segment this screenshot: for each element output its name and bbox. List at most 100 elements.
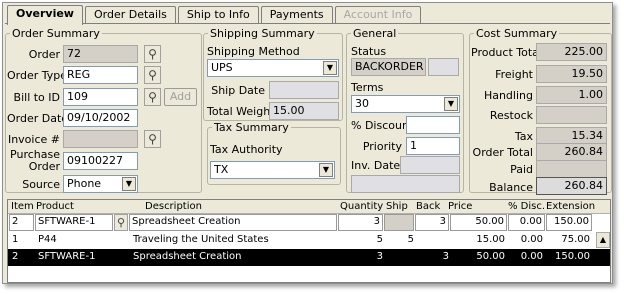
shipping-method-select[interactable]: UPS ▼: [207, 59, 339, 77]
status-extra-field: [428, 58, 459, 76]
order-summary-legend: Order Summary: [12, 27, 100, 40]
cost-summary-legend: Cost Summary: [476, 27, 558, 40]
freight-field[interactable]: 19.50: [536, 65, 607, 83]
cell-quantity[interactable]: 3: [338, 214, 383, 231]
order-total-field: 260.84: [536, 143, 607, 161]
table-row-edit[interactable]: 2 SFTWARE-1 ⚲ Spreadsheet Creation 3 3 5…: [8, 214, 610, 231]
order-type-lookup-button[interactable]: ⚲: [144, 66, 161, 84]
inv-extra-field: [351, 175, 460, 193]
paid-label: Paid: [510, 163, 533, 176]
restock-label: Restock: [489, 109, 533, 122]
search-icon: ⚲: [148, 90, 157, 104]
order-type-label: Order Type: [7, 69, 68, 82]
tab-bar: Overview Order Details Ship to Info Paym…: [7, 5, 423, 25]
cell-disc[interactable]: 0.00: [508, 214, 545, 231]
chevron-up-icon: ▲: [599, 235, 607, 244]
source-select[interactable]: Phone ▼: [63, 175, 138, 193]
col-quantity-header[interactable]: Quantity: [340, 201, 383, 212]
tax-summary-legend: Tax Summary: [214, 121, 289, 134]
cell-disc: 0.00: [520, 234, 543, 245]
search-icon: ⚲: [116, 216, 126, 229]
cell-ship: 5: [407, 234, 414, 245]
invoice-lookup-button[interactable]: ⚲: [144, 130, 161, 148]
product-lookup-button[interactable]: ⚲: [114, 214, 128, 231]
terms-value: 30: [355, 97, 369, 110]
cell-extension: 150.00: [546, 214, 592, 231]
col-back-header[interactable]: Back: [416, 201, 440, 212]
cell-product: P44: [38, 234, 57, 245]
chevron-down-icon[interactable]: ▼: [122, 177, 136, 191]
balance-label: Balance: [489, 181, 533, 194]
priority-field[interactable]: 1: [406, 137, 460, 155]
grid-scroll-up-button[interactable]: ▲: [596, 232, 610, 248]
cell-disc: 0.00: [520, 251, 543, 262]
shipping-summary-legend: Shipping Summary: [210, 27, 315, 40]
cell-price[interactable]: 50.00: [450, 214, 507, 231]
search-icon: ⚲: [148, 47, 157, 61]
col-product-header[interactable]: Product: [36, 201, 74, 212]
tab-order-details[interactable]: Order Details: [84, 6, 176, 24]
order-label: Order: [28, 48, 60, 61]
line-items-grid: Item Product Description Quantity Ship B…: [7, 199, 611, 283]
shipping-method-value: UPS: [211, 61, 233, 74]
total-weight-field: 15.00: [269, 102, 339, 120]
discount-field[interactable]: [406, 116, 460, 134]
cell-back[interactable]: 3: [415, 214, 449, 231]
invoice-field[interactable]: [63, 130, 138, 148]
cell-item[interactable]: 2: [9, 214, 34, 231]
order-type-field[interactable]: REG: [63, 66, 138, 84]
grid-header: Item Product Description Quantity Ship B…: [8, 200, 610, 214]
invoice-label: Invoice #: [7, 133, 60, 146]
col-description-header[interactable]: Description: [145, 201, 202, 212]
bill-to-lookup-button[interactable]: ⚲: [144, 88, 161, 106]
cell-price: 50.00: [476, 251, 505, 262]
discount-label: % Discount: [351, 119, 414, 132]
cell-description[interactable]: Spreadsheet Creation: [129, 214, 337, 231]
col-price-header[interactable]: Price: [448, 201, 472, 212]
cell-ship: [384, 214, 414, 231]
order-field[interactable]: 72: [63, 45, 138, 63]
chevron-down-icon[interactable]: ▼: [319, 163, 333, 177]
total-weight-label: Total Weight: [207, 105, 275, 118]
add-button[interactable]: Add: [164, 88, 197, 106]
tab-payments[interactable]: Payments: [260, 6, 333, 24]
col-ship-header[interactable]: Ship: [386, 201, 408, 212]
cell-back: 3: [442, 251, 449, 262]
status-label: Status: [351, 45, 387, 58]
terms-select[interactable]: 30 ▼: [351, 95, 460, 113]
bill-to-field[interactable]: 109: [63, 88, 138, 106]
handling-label: Handling: [483, 89, 533, 102]
tax-authority-select[interactable]: TX ▼: [210, 161, 335, 179]
inv-date-field: [400, 156, 460, 174]
restock-field[interactable]: [536, 106, 607, 124]
priority-label: Priority: [362, 140, 402, 153]
search-icon: ⚲: [148, 132, 157, 146]
cell-description: Spreadsheet Creation: [133, 251, 242, 262]
col-disc-header[interactable]: % Disc.: [508, 201, 545, 212]
handling-field[interactable]: 1.00: [536, 86, 607, 104]
ship-date-label: Ship Date: [211, 84, 265, 97]
purchase-order-field[interactable]: 09100227: [63, 152, 138, 170]
tax-authority-label: Tax Authority: [210, 143, 283, 156]
general-legend: General: [353, 27, 397, 40]
tab-divider: [5, 23, 610, 24]
col-extension-header[interactable]: Extension: [546, 201, 595, 212]
order-lookup-button[interactable]: ⚲: [144, 45, 161, 63]
chevron-down-icon[interactable]: ▼: [444, 97, 458, 111]
bill-to-label: Bill to ID: [13, 91, 60, 104]
cell-product[interactable]: SFTWARE-1: [35, 214, 113, 231]
order-date-field[interactable]: 09/10/2002: [63, 109, 138, 127]
col-item-header[interactable]: Item: [11, 201, 34, 212]
table-row[interactable]: 1 P44 Traveling the United States 5 5 15…: [8, 232, 610, 249]
tab-overview[interactable]: Overview: [7, 5, 83, 25]
cell-quantity: 3: [376, 251, 383, 262]
cell-item: 2: [12, 251, 19, 262]
table-row-selected[interactable]: 2 SFTWARE-1 Spreadsheet Creation 3 3 50.…: [8, 249, 610, 266]
terms-label: Terms: [351, 81, 384, 94]
tax-authority-value: TX: [214, 163, 229, 176]
tab-ship-to-info[interactable]: Ship to Info: [177, 6, 259, 24]
ship-date-field[interactable]: [269, 81, 339, 99]
chevron-down-icon[interactable]: ▼: [323, 61, 337, 75]
status-field: BACKORDER: [351, 58, 426, 76]
cell-product: SFTWARE-1: [38, 251, 96, 262]
